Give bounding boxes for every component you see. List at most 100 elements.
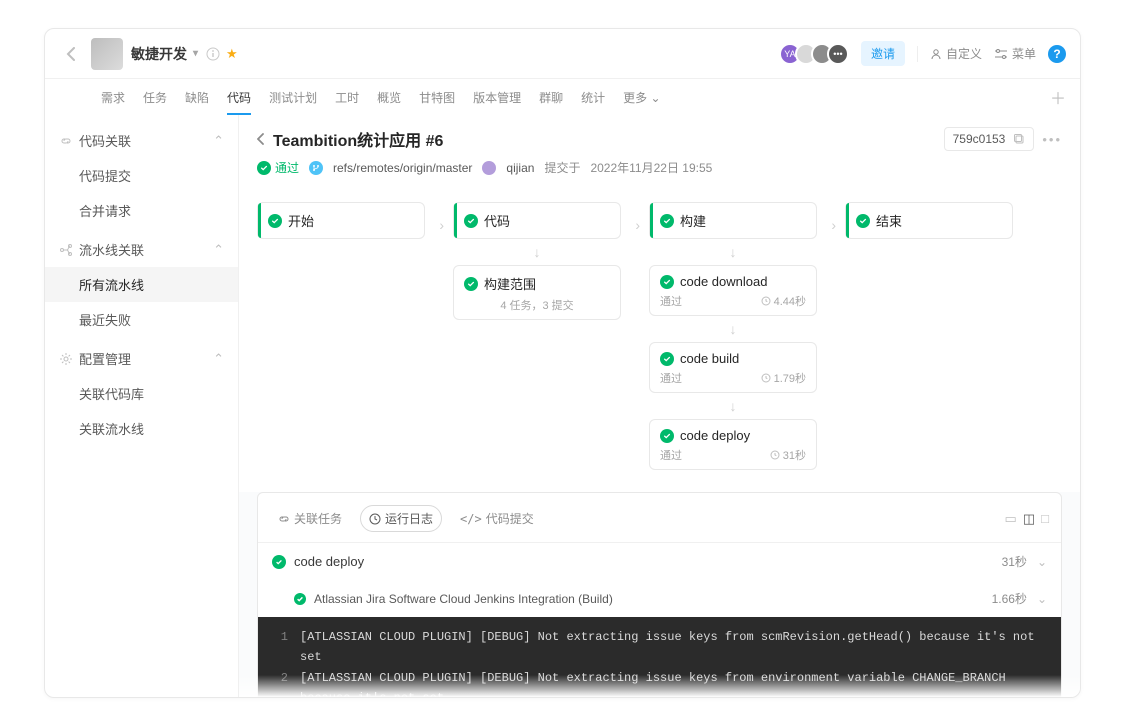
pipeline-task-card[interactable]: code build通过1.79秒 (649, 342, 817, 393)
nav-tab-9[interactable]: 群聊 (539, 81, 563, 114)
task-title: code build (680, 351, 739, 366)
view-split-icon[interactable]: ◫ (1023, 511, 1035, 527)
pipeline-task-card[interactable]: code download通过4.44秒 (649, 265, 817, 316)
nav-tab-4[interactable]: 测试计划 (269, 81, 317, 114)
log-stage-title: code deploy (294, 554, 364, 569)
arrow-down-icon: ↓ (649, 326, 817, 332)
project-thumbnail[interactable] (91, 38, 123, 70)
sidebar-item[interactable]: 关联流水线 (45, 411, 238, 446)
link-icon (59, 134, 73, 148)
task-title: code deploy (680, 428, 750, 443)
add-tab-button[interactable]: ＋ (1050, 85, 1066, 109)
task-status: 通过 (660, 370, 682, 386)
arrow-down-icon: ↓ (649, 403, 817, 409)
avatar[interactable]: ••• (827, 43, 849, 65)
arrow-right-icon: › (831, 217, 836, 233)
flow-icon (59, 243, 73, 257)
nav-tab-more[interactable]: 更多 ⌄ (623, 81, 660, 114)
back-button[interactable] (59, 42, 83, 66)
divider (917, 46, 918, 62)
stage-title: 开始 (288, 211, 314, 230)
view-full-icon[interactable]: □ (1041, 511, 1049, 527)
clock-icon (369, 513, 381, 525)
line-number: 2 (270, 668, 288, 697)
tab-run-log[interactable]: 运行日志 (360, 505, 442, 532)
customize-link[interactable]: 自定义 (930, 45, 982, 62)
clock-icon (761, 373, 771, 383)
sidebar-group-1[interactable]: 流水线关联⌃ (45, 232, 238, 267)
sidebar-group-2[interactable]: 配置管理⌃ (45, 341, 238, 376)
stage-title: 结束 (876, 211, 902, 230)
pipeline-graph: 开始›代码›↓构建范围4 任务，3 提交构建›↓code download通过4… (239, 186, 1080, 492)
task-duration: 4.44秒 (761, 293, 806, 309)
log-step-row[interactable]: Atlassian Jira Software Cloud Jenkins In… (258, 580, 1061, 617)
copy-icon[interactable] (1013, 133, 1025, 145)
committer-avatar (482, 161, 496, 175)
log-step-title: Atlassian Jira Software Cloud Jenkins In… (314, 592, 613, 606)
check-circle-icon (464, 214, 478, 228)
sidebar-item[interactable]: 关联代码库 (45, 376, 238, 411)
sidebar-item[interactable]: 合并请求 (45, 193, 238, 228)
sidebar-group-title: 代码关联 (79, 131, 131, 150)
stage-header[interactable]: 代码› (453, 202, 621, 239)
committed-at: 2022年11月22日 19:55 (590, 159, 712, 176)
sidebar: 代码关联⌃代码提交合并请求流水线关联⌃所有流水线最近失败配置管理⌃关联代码库关联… (45, 115, 239, 697)
topbar: 敏捷开发 ▾ ★ YA••• 邀请 自定义 菜单 ? (45, 29, 1080, 79)
sliders-icon (994, 48, 1008, 60)
arrow-down-icon: ↓ (453, 249, 621, 255)
nav-tab-7[interactable]: 甘特图 (419, 81, 455, 114)
pipeline-task-card[interactable]: code deploy通过31秒 (649, 419, 817, 470)
nav-tab-1[interactable]: 任务 (143, 81, 167, 114)
log-stage-row[interactable]: code deploy 31秒 ⌄ (258, 542, 1061, 580)
task-subtitle: 4 任务，3 提交 (500, 297, 573, 313)
project-title[interactable]: 敏捷开发 ▾ (131, 44, 198, 64)
nav-tab-10[interactable]: 统计 (581, 81, 605, 114)
check-circle-icon (660, 214, 674, 228)
nav-tab-8[interactable]: 版本管理 (473, 81, 521, 114)
stage-header[interactable]: 开始› (257, 202, 425, 239)
member-avatars[interactable]: YA••• (785, 43, 849, 65)
code-icon: </> (460, 512, 482, 526)
nav-tab-3[interactable]: 代码 (227, 81, 251, 114)
nav-tabs: 需求任务缺陷代码测试计划工时概览甘特图版本管理群聊统计更多 ⌄ ＋ (45, 79, 1080, 115)
sidebar-group-0[interactable]: 代码关联⌃ (45, 123, 238, 158)
breadcrumb-back-icon[interactable] (257, 133, 265, 145)
page-title: Teambition统计应用 #6 (273, 127, 443, 151)
menu-link[interactable]: 菜单 (994, 45, 1036, 62)
line-number: 1 (270, 627, 288, 668)
sidebar-item[interactable]: 代码提交 (45, 158, 238, 193)
pipeline-task-card[interactable]: 构建范围 4 任务，3 提交 (453, 265, 621, 320)
more-actions-icon[interactable]: ••• (1042, 132, 1062, 147)
commit-hash[interactable]: 759c0153 (944, 127, 1035, 151)
branch-name[interactable]: refs/remotes/origin/master (333, 161, 472, 175)
sidebar-item[interactable]: 最近失败 (45, 302, 238, 337)
status-badge: 通过 (257, 159, 299, 176)
stage-header[interactable]: 构建› (649, 202, 817, 239)
check-circle-icon (294, 593, 306, 605)
invite-button[interactable]: 邀请 (861, 41, 905, 66)
nav-tab-2[interactable]: 缺陷 (185, 81, 209, 114)
check-circle-icon (268, 214, 282, 228)
committer-name[interactable]: qijian (506, 161, 534, 175)
tab-code-commit[interactable]: </> 代码提交 (452, 506, 542, 531)
nav-tab-0[interactable]: 需求 (101, 81, 125, 114)
info-icon[interactable] (206, 47, 220, 61)
stage-title: 构建 (680, 211, 706, 230)
stage-header[interactable]: 结束 (845, 202, 1013, 239)
view-collapsed-icon[interactable]: ▭ (1005, 511, 1017, 527)
sidebar-item[interactable]: 所有流水线 (45, 267, 238, 302)
arrow-right-icon: › (439, 217, 444, 233)
committed-at-label: 提交于 (544, 159, 580, 176)
detail-panel: 关联任务 运行日志 </> 代码提交 ▭ ◫ (257, 492, 1062, 697)
chevron-down-icon: ⌄ (1037, 555, 1047, 569)
nav-tab-5[interactable]: 工时 (335, 81, 359, 114)
task-status: 通过 (660, 293, 682, 309)
page-header: Teambition统计应用 #6 759c0153 ••• (239, 115, 1080, 186)
tab-related-tasks[interactable]: 关联任务 (270, 506, 350, 531)
caret-down-icon: ▾ (193, 48, 198, 59)
task-title: 构建范围 (484, 274, 536, 293)
star-icon[interactable]: ★ (226, 46, 238, 62)
nav-tab-6[interactable]: 概览 (377, 81, 401, 114)
console-line: 1[ATLASSIAN CLOUD PLUGIN] [DEBUG] Not ex… (270, 627, 1049, 668)
help-icon[interactable]: ? (1048, 45, 1066, 63)
